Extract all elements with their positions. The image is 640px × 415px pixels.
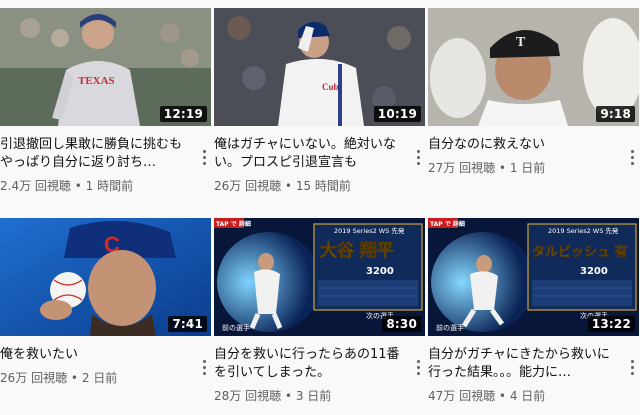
card-tag: TAP で 詳細 [430, 220, 465, 228]
card-prev: 前の選手 [222, 323, 250, 332]
video-title[interactable]: 自分を救いに行ったらあの11番を引いてしまった。 [214, 346, 407, 382]
card-stat: 3200 [366, 266, 394, 277]
video-card[interactable]: Cubs 10:19 俺はガチャにいない。絶対いない。プロスピ引退宣言も 26万… [214, 8, 425, 194]
video-card[interactable]: TAP で 詳細 2019 Series2 WS 先発 タルビッシュ 有 320… [428, 218, 639, 404]
video-duration: 9:18 [596, 106, 635, 122]
video-thumbnail[interactable]: T 9:18 [428, 8, 639, 126]
more-actions-icon[interactable] [199, 148, 209, 168]
video-card[interactable]: TAP で 詳細 2019 Series2 WS 先発 大谷 翔平 3200 前… [214, 218, 425, 404]
stats-separator: • [70, 179, 86, 193]
video-stats: 28万 回視聴 • 3 日前 [214, 388, 407, 404]
stats-separator: • [495, 161, 510, 175]
video-thumbnail[interactable]: Cubs 10:19 [214, 8, 425, 126]
video-stats: 26万 回視聴 • 15 時間前 [214, 178, 407, 194]
card-stat: 3200 [580, 266, 608, 277]
view-count: 26万 回視聴 [214, 179, 282, 193]
stats-separator: • [67, 371, 82, 385]
card-series: 2019 Series2 WS 先発 [334, 226, 405, 235]
more-actions-icon[interactable] [199, 358, 209, 378]
view-count: 47万 回視聴 [428, 389, 496, 403]
video-grid: TEXAS 12:19 引退撤回し果敢に勝負に挑むもやっぱり自分に返り討ち… 2… [0, 0, 640, 415]
video-title[interactable]: 自分がガチャにきたから救いに行った結果。。。能力に… [428, 346, 621, 382]
video-duration: 12:19 [159, 106, 207, 122]
upload-age: 1 時間前 [85, 179, 134, 193]
video-duration: 8:30 [382, 316, 421, 332]
view-count: 28万 回視聴 [214, 389, 282, 403]
video-title[interactable]: 自分なのに救えない [428, 136, 621, 154]
video-thumbnail[interactable]: C 7:41 [0, 218, 211, 336]
upload-age: 3 日前 [295, 389, 332, 403]
video-title[interactable]: 引退撤回し果敢に勝負に挑むもやっぱり自分に返り討ち… [0, 136, 193, 172]
view-count: 26万 回視聴 [0, 371, 68, 385]
video-title[interactable]: 俺を救いたい [0, 346, 193, 364]
view-count: 2.4万 回視聴 [0, 179, 71, 193]
video-duration: 13:22 [587, 316, 635, 332]
video-stats: 27万 回視聴 • 1 日前 [428, 160, 621, 176]
view-count: 27万 回視聴 [428, 161, 496, 175]
more-actions-icon[interactable] [627, 358, 637, 378]
video-thumbnail[interactable]: TAP で 詳細 2019 Series2 WS 先発 大谷 翔平 3200 前… [214, 218, 425, 336]
card-player-name: 大谷 翔平 [320, 240, 394, 261]
upload-age: 4 日前 [509, 389, 546, 403]
stats-separator: • [281, 389, 296, 403]
upload-age: 15 時間前 [295, 179, 351, 193]
stats-separator: • [281, 179, 296, 193]
video-stats: 26万 回視聴 • 2 日前 [0, 370, 193, 386]
video-title[interactable]: 俺はガチャにいない。絶対いない。プロスピ引退宣言も [214, 136, 407, 172]
video-thumbnail[interactable]: TEXAS 12:19 [0, 8, 211, 126]
card-series: 2019 Series2 WS 先発 [548, 226, 619, 235]
more-actions-icon[interactable] [413, 358, 423, 378]
video-duration: 10:19 [373, 106, 421, 122]
svg-text:TEXAS: TEXAS [78, 75, 115, 87]
upload-age: 1 日前 [509, 161, 546, 175]
more-actions-icon[interactable] [627, 148, 637, 168]
video-stats: 2.4万 回視聴 • 1 時間前 [0, 178, 193, 194]
video-duration: 7:41 [168, 316, 207, 332]
video-thumbnail[interactable]: TAP で 詳細 2019 Series2 WS 先発 タルビッシュ 有 320… [428, 218, 639, 336]
video-stats: 47万 回視聴 • 4 日前 [428, 388, 621, 404]
svg-text:T: T [516, 35, 526, 50]
video-card[interactable]: TEXAS 12:19 引退撤回し果敢に勝負に挑むもやっぱり自分に返り討ち… 2… [0, 8, 211, 194]
stats-separator: • [495, 389, 510, 403]
upload-age: 2 日前 [81, 371, 118, 385]
card-player-name: タルビッシュ 有 [532, 244, 628, 260]
more-actions-icon[interactable] [413, 148, 423, 168]
video-card[interactable]: C 7:41 俺を救いたい 26万 回視聴 • 2 日前 [0, 218, 211, 386]
card-tag: TAP で 詳細 [216, 220, 251, 228]
video-card[interactable]: T 9:18 自分なのに救えない 27万 回視聴 • 1 日前 [428, 8, 639, 176]
card-prev: 前の選手 [436, 323, 464, 332]
